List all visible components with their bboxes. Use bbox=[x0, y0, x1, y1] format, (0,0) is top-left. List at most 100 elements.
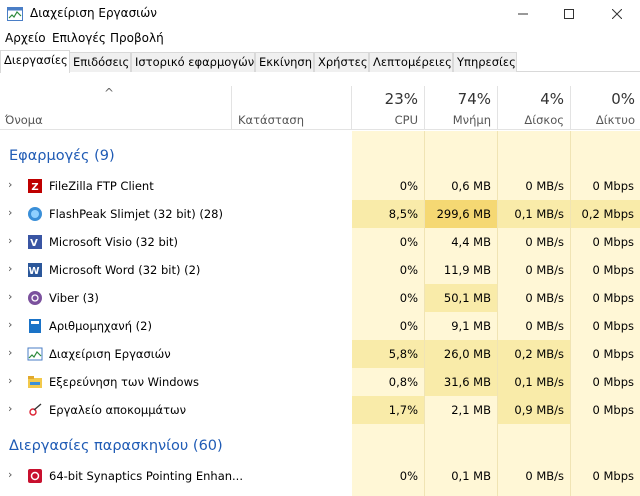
tab-details[interactable]: Λεπτομέρειες bbox=[369, 52, 453, 72]
tab-users[interactable]: Χρήστες bbox=[314, 52, 369, 72]
chevron-right-icon[interactable]: › bbox=[8, 468, 16, 481]
process-name: Microsoft Word (32 bit) (2) bbox=[49, 263, 201, 277]
column-header: ^ Όνομα Κατάσταση 23% CPU 74% Μνήμη 4% Δ… bbox=[0, 86, 640, 130]
group-header-background[interactable]: Διεργασίες παρασκηνίου (60) bbox=[9, 438, 223, 454]
table-row[interactable]: › Διαχείριση Εργασιών 5,8% 26,0 MB 0,2 MB/s 0… bbox=[0, 340, 640, 368]
sort-up-icon: ^ bbox=[104, 86, 115, 100]
tab-app-history[interactable]: Ιστορικό εφαρμογών bbox=[131, 52, 255, 72]
table-row[interactable]: › W Microsoft Word (32 bit) (2) 0% 11,9 MB 0 … bbox=[0, 256, 640, 284]
table-row[interactable]: › FlashPeak Slimjet (32 bit) (28) 8,5% 299,… bbox=[0, 200, 640, 228]
menu-view[interactable]: Προβολή bbox=[110, 31, 164, 45]
chevron-right-icon[interactable]: › bbox=[8, 206, 16, 219]
menu-options[interactable]: Επιλογές bbox=[52, 31, 106, 45]
memory-value: 9,1 MB bbox=[451, 319, 491, 333]
disk-value: 0 MB/s bbox=[525, 179, 564, 193]
column-divider[interactable] bbox=[231, 86, 232, 130]
disk-value: 0 MB/s bbox=[525, 291, 564, 305]
col-status[interactable]: Κατάσταση bbox=[238, 113, 304, 127]
svg-text:V: V bbox=[30, 238, 38, 249]
chevron-right-icon[interactable]: › bbox=[8, 318, 16, 331]
process-name: FileZilla FTP Client bbox=[49, 179, 154, 193]
memory-value: 11,9 MB bbox=[443, 263, 491, 277]
task-manager-icon bbox=[27, 347, 43, 361]
table-row[interactable]: › Αριθμομηχανή (2) 0% 9,1 MB 0 MB/s 0 Mbps bbox=[0, 312, 640, 340]
minimize-icon bbox=[518, 13, 528, 15]
network-total: 0% bbox=[611, 90, 635, 108]
chevron-right-icon[interactable]: › bbox=[8, 262, 16, 275]
viber-icon bbox=[28, 291, 42, 305]
process-name: 64-bit Synaptics Pointing Enhan... bbox=[49, 469, 243, 483]
tab-bar: Διεργασίες Επιδόσεις Ιστορικό εφαρμογών … bbox=[0, 50, 640, 73]
chevron-right-icon[interactable]: › bbox=[8, 290, 16, 303]
cpu-value: 0,8% bbox=[388, 375, 418, 389]
network-value: 0 Mbps bbox=[592, 403, 635, 417]
disk-value: 0 MB/s bbox=[525, 235, 564, 249]
explorer-icon bbox=[28, 376, 42, 388]
minimize-button[interactable] bbox=[500, 0, 546, 28]
disk-total: 4% bbox=[540, 90, 564, 108]
chevron-right-icon[interactable]: › bbox=[8, 402, 16, 415]
network-value: 0 Mbps bbox=[592, 235, 635, 249]
col-disk[interactable]: Δίσκος bbox=[498, 113, 564, 127]
process-list: Εφαρμογές (9) › Z FileZilla FTP Client 0% 0,… bbox=[0, 131, 640, 496]
maximize-icon bbox=[564, 9, 574, 19]
memory-value: 4,4 MB bbox=[451, 235, 491, 249]
network-value: 0 Mbps bbox=[592, 179, 635, 193]
table-row[interactable]: › V Microsoft Visio (32 bit) 0% 4,4 MB 0 MB/s… bbox=[0, 228, 640, 256]
col-memory[interactable]: Μνήμη bbox=[425, 113, 491, 127]
memory-value: 0,1 MB bbox=[451, 469, 491, 483]
cpu-value: 0% bbox=[399, 319, 418, 333]
svg-text:Z: Z bbox=[31, 182, 38, 193]
chevron-right-icon[interactable]: › bbox=[8, 374, 16, 387]
memory-value: 299,6 MB bbox=[425, 200, 497, 228]
synaptics-icon bbox=[28, 469, 42, 483]
network-value: 0 Mbps bbox=[592, 469, 635, 483]
network-value: 0 Mbps bbox=[592, 347, 635, 361]
cpu-value: 8,5% bbox=[352, 200, 424, 228]
cpu-value: 0% bbox=[399, 235, 418, 249]
tab-services[interactable]: Υπηρεσίες bbox=[453, 52, 517, 72]
disk-value: 0,2 MB/s bbox=[498, 340, 570, 368]
col-name[interactable]: Όνομα bbox=[5, 113, 43, 127]
memory-value: 31,6 MB bbox=[425, 368, 497, 396]
process-name: Εργαλείο αποκομμάτων bbox=[49, 403, 187, 417]
memory-value: 0,6 MB bbox=[451, 179, 491, 193]
table-row[interactable]: › Viber (3) 0% 50,1 MB 0 MB/s 0 Mbps bbox=[0, 284, 640, 312]
menu-bar: Αρχείο Επιλογές Προβολή bbox=[0, 28, 640, 48]
cpu-value: 1,7% bbox=[352, 396, 424, 424]
col-network[interactable]: Δίκτυο bbox=[571, 113, 635, 127]
task-manager-icon bbox=[7, 7, 23, 21]
disk-value: 0 MB/s bbox=[525, 263, 564, 277]
calculator-icon bbox=[29, 319, 41, 333]
close-button[interactable] bbox=[594, 0, 640, 28]
window-title: Διαχείριση Εργασιών bbox=[30, 6, 157, 20]
snipping-tool-icon bbox=[29, 403, 42, 416]
group-header-apps[interactable]: Εφαρμογές (9) bbox=[9, 148, 115, 164]
table-row[interactable]: › Εργαλείο αποκομμάτων 1,7% 2,1 MB 0,9 MB/s 0… bbox=[0, 396, 640, 424]
close-icon bbox=[612, 9, 622, 19]
chevron-right-icon[interactable]: › bbox=[8, 346, 16, 359]
filezilla-icon: Z bbox=[28, 179, 42, 193]
tab-performance[interactable]: Επιδόσεις bbox=[69, 52, 131, 72]
table-row[interactable]: › 64-bit Synaptics Pointing Enhan... 0% 0,1… bbox=[0, 462, 640, 490]
table-row[interactable]: › Εξερεύνηση των Windows 0,8% 31,6 MB 0,1 MB… bbox=[0, 368, 640, 396]
cpu-value: 0% bbox=[399, 179, 418, 193]
title-bar: Διαχείριση Εργασιών bbox=[0, 0, 640, 28]
disk-value: 0 MB/s bbox=[525, 319, 564, 333]
tab-processes[interactable]: Διεργασίες bbox=[0, 50, 70, 73]
col-cpu[interactable]: CPU bbox=[352, 113, 418, 127]
tab-startup[interactable]: Εκκίνηση bbox=[255, 52, 314, 72]
process-name: Microsoft Visio (32 bit) bbox=[49, 235, 178, 249]
maximize-button[interactable] bbox=[546, 0, 592, 28]
slimjet-icon bbox=[28, 207, 42, 221]
disk-value: 0,1 MB/s bbox=[498, 368, 570, 396]
network-value: 0 Mbps bbox=[592, 263, 635, 277]
menu-file[interactable]: Αρχείο bbox=[5, 31, 46, 45]
process-name: FlashPeak Slimjet (32 bit) (28) bbox=[49, 207, 223, 221]
chevron-right-icon[interactable]: › bbox=[8, 234, 16, 247]
table-row[interactable]: › Z FileZilla FTP Client 0% 0,6 MB 0 MB/s 0 Mb… bbox=[0, 172, 640, 200]
chevron-right-icon[interactable]: › bbox=[8, 178, 16, 191]
network-value: 0,2 Mbps bbox=[571, 200, 640, 228]
memory-total: 74% bbox=[457, 90, 491, 108]
svg-text:W: W bbox=[28, 266, 39, 277]
